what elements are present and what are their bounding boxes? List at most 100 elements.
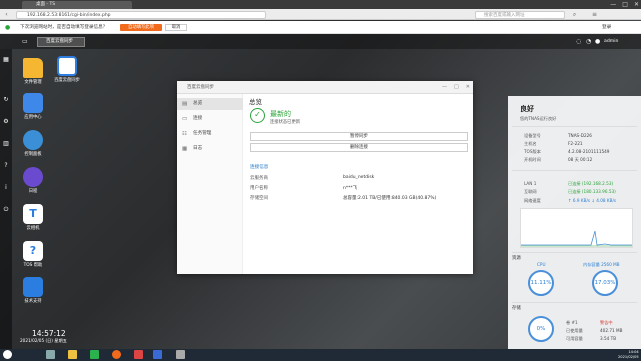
folder-icon bbox=[23, 58, 43, 78]
autofill-button[interactable]: 自动填写此项 bbox=[120, 24, 162, 31]
search-icon[interactable]: ⌕ bbox=[570, 11, 579, 19]
taskbar-app-tab[interactable]: 百度云盘同步 bbox=[37, 37, 85, 47]
field-value: baidu_netdisk bbox=[343, 175, 375, 180]
storage-key: 已使用量 bbox=[566, 328, 583, 333]
info-key: 设备型号 bbox=[524, 133, 541, 138]
network-speed-graph bbox=[520, 208, 633, 248]
health-status-sub: 您的TNAS运行良好 bbox=[520, 116, 557, 121]
nav-item-log[interactable]: ▦ 日志 bbox=[177, 143, 243, 155]
browser-search-input[interactable]: 搜索百度或输入网址 bbox=[475, 11, 565, 19]
minimize-icon[interactable]: — bbox=[442, 82, 447, 92]
delete-connection-button[interactable]: 删除连接 bbox=[250, 143, 468, 152]
divider bbox=[512, 170, 637, 171]
desktop-icon-label: 控制面板 bbox=[24, 152, 42, 157]
divider bbox=[512, 126, 637, 127]
monitor-icon[interactable]: ▥ bbox=[2, 140, 10, 148]
network-graph-svg bbox=[521, 230, 632, 247]
sync-status-sub: 连接状态已更新 bbox=[270, 120, 301, 125]
taskbar-wechat-icon[interactable] bbox=[90, 350, 99, 359]
nav-item-tasks[interactable]: ☷ 任务管理 bbox=[177, 128, 243, 140]
desktop-icon-label: 文件管理 bbox=[24, 80, 42, 85]
desktop-icon-calendar[interactable]: 日程 bbox=[18, 167, 48, 194]
apps-icon[interactable]: ▦ bbox=[2, 56, 10, 64]
menu-icon[interactable]: ≡ bbox=[590, 11, 599, 19]
user-name[interactable]: admin bbox=[604, 38, 618, 46]
maximize-icon[interactable]: □ bbox=[454, 82, 459, 92]
nav-label: 总览 bbox=[193, 101, 203, 106]
network-line bbox=[521, 230, 632, 246]
tray-date: 2021/02/05 bbox=[618, 354, 639, 359]
address-bar[interactable]: 192.168.2.53:8161/cgi-bin/index.php bbox=[16, 11, 266, 19]
cancel-button[interactable]: 取消 bbox=[165, 24, 187, 31]
field-value: n***飞 bbox=[343, 186, 358, 191]
show-desktop-icon[interactable]: ▭ bbox=[22, 38, 28, 46]
power-icon[interactable]: ⏻ bbox=[2, 206, 10, 214]
close-icon[interactable]: ✕ bbox=[466, 82, 470, 92]
health-status: 良好 bbox=[520, 105, 534, 113]
back-icon[interactable]: ‹ bbox=[2, 11, 11, 19]
desktop-icon-support[interactable]: 技术支持 bbox=[18, 277, 48, 304]
desktop-icon-label: 云相机 bbox=[26, 226, 40, 231]
desktop-icon-baidu[interactable]: 百度云盘同步 bbox=[52, 56, 82, 83]
taskbar-app-icon[interactable] bbox=[153, 350, 162, 359]
storage-value: 3.54 TB bbox=[600, 336, 617, 341]
desktop-icon-appcenter[interactable]: 应用中心 bbox=[18, 93, 48, 120]
field-value: 总容量:2.01 TB/已使用:840.03 GB(40.87%) bbox=[343, 196, 437, 201]
chat-icon[interactable]: ◌ bbox=[576, 38, 581, 46]
storage-value: 402.71 MB bbox=[600, 328, 623, 333]
help-icon[interactable]: ? bbox=[2, 162, 10, 170]
minimize-icon[interactable]: — bbox=[610, 0, 616, 9]
taskbar-app-icon[interactable] bbox=[134, 350, 143, 359]
task-icon: ☷ bbox=[182, 131, 187, 137]
info-value: 4.2.08-2101111549 bbox=[568, 149, 610, 154]
net-value: 已连接 (192.168.2.53) bbox=[568, 181, 614, 186]
browser-tab[interactable]: 桌面 - TS bbox=[22, 1, 132, 9]
desktop-icon-help[interactable]: ? TOS 帮助 bbox=[18, 241, 48, 268]
start-icon[interactable] bbox=[3, 350, 12, 359]
storage-gauge: 0% bbox=[528, 316, 554, 342]
net-key: 网络速度 bbox=[524, 198, 541, 203]
taskbar-folder-icon[interactable] bbox=[68, 350, 77, 359]
desktop-icon-label: 日程 bbox=[28, 189, 38, 194]
nav-item-overview[interactable]: ▤ 总览 bbox=[177, 98, 243, 110]
side-strip bbox=[0, 49, 12, 349]
overview-icon: ▤ bbox=[182, 101, 188, 107]
close-icon[interactable]: ✕ bbox=[634, 0, 639, 9]
maximize-icon[interactable]: □ bbox=[622, 0, 628, 9]
field-key: 用户名称 bbox=[250, 186, 268, 191]
info-value: F2-221 bbox=[568, 141, 583, 146]
taskbar-app-icon[interactable] bbox=[46, 350, 55, 359]
gear-icon bbox=[23, 130, 43, 150]
resource-section-label: 资源 bbox=[512, 256, 521, 261]
window-title-bar[interactable] bbox=[177, 81, 473, 94]
user-icon[interactable]: ● bbox=[595, 38, 600, 46]
desktop-icon-control-panel[interactable]: 控制面板 bbox=[18, 130, 48, 157]
clock-app-icon bbox=[23, 167, 43, 187]
window-controls: — □ ✕ bbox=[610, 0, 639, 9]
desktop-icon-camera[interactable]: T 云相机 bbox=[18, 204, 48, 231]
refresh-icon[interactable]: ↻ bbox=[2, 96, 10, 104]
sync-status: 最新的 bbox=[270, 110, 291, 118]
info-icon[interactable]: i bbox=[2, 184, 10, 192]
desktop-icon-label: TOS 帮助 bbox=[23, 263, 43, 268]
cpu-gauge: 11.11% bbox=[528, 270, 554, 296]
desktop-icon-files[interactable]: 文件管理 bbox=[18, 58, 48, 85]
question-icon: ? bbox=[23, 241, 43, 261]
check-icon: ✓ bbox=[250, 108, 265, 123]
window-controls: — □ ✕ bbox=[442, 82, 470, 92]
taskbar-browser-icon[interactable] bbox=[112, 350, 121, 359]
info-key: 开机时间 bbox=[524, 157, 541, 162]
tray-clock[interactable]: 14:04 2021/02/05 bbox=[618, 350, 639, 359]
net-value: ↑ 6.9 KB/s ↓ 4.08 KB/s bbox=[568, 198, 617, 203]
desktop-clock-date: 2021/02/05 (日) 星期五 bbox=[20, 338, 67, 343]
pause-sync-button[interactable]: 暂停同步 bbox=[250, 132, 468, 141]
nav-item-connection[interactable]: ▭ 连接 bbox=[177, 113, 243, 125]
lock-icon: ● bbox=[5, 24, 11, 31]
settings-icon[interactable]: ⚙ bbox=[2, 118, 10, 126]
desktop-clock-time: 14:57:12 bbox=[32, 329, 66, 338]
info-key: TOS版本 bbox=[524, 149, 541, 154]
login-link[interactable]: 登录 bbox=[602, 24, 611, 31]
notification-icon[interactable]: ◔ bbox=[586, 38, 591, 46]
taskbar-app-icon[interactable] bbox=[176, 350, 185, 359]
desktop-icon-label: 技术支持 bbox=[24, 299, 42, 304]
